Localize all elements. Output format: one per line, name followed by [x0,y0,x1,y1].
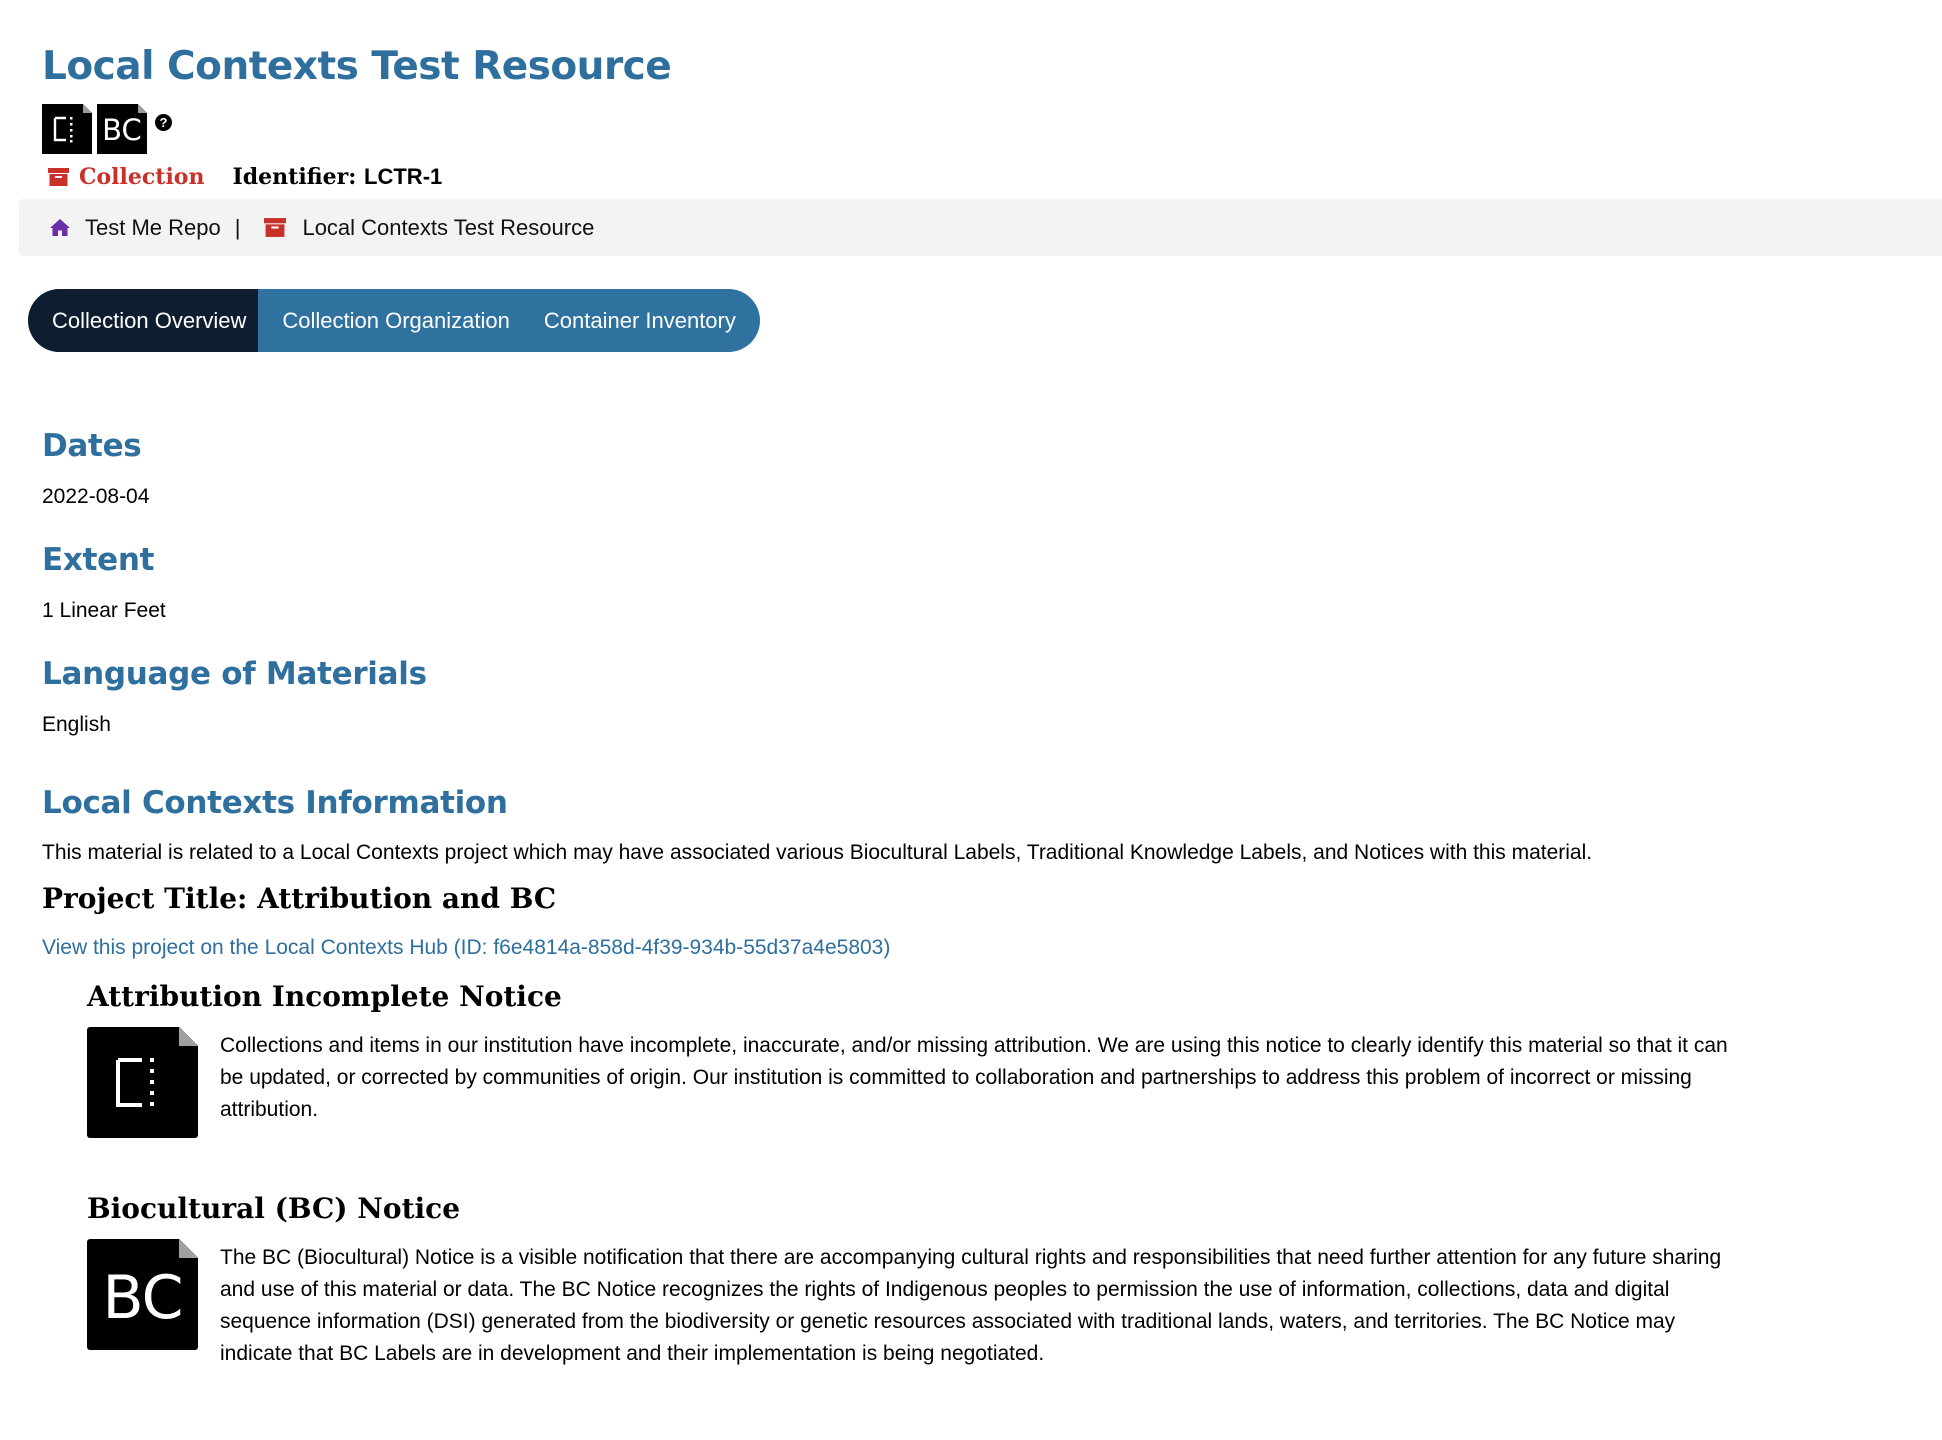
home-icon [50,219,70,236]
page-title: Local Contexts Test Resource [42,44,672,89]
notice-badges: BC ? [42,104,172,154]
attribution-incomplete-notice: Attribution Incomplete Notice Collection… [87,980,1787,1138]
project-title: Project Title: Attribution and BC [42,882,557,915]
notice-body: BC The BC (Biocultural) Notice is a visi… [87,1239,1787,1370]
tab-container-inventory[interactable]: Container Inventory [526,289,760,352]
notice-title: Attribution Incomplete Notice [87,980,562,1013]
attribution-incomplete-icon [87,1027,198,1138]
breadcrumb-repo-label: Test Me Repo [85,214,221,240]
project-hub-link[interactable]: View this project on the Local Contexts … [42,936,890,960]
breadcrumb-separator: | [234,214,241,240]
identifier-value: LCTR-1 [364,164,443,189]
breadcrumb-repo[interactable]: Test Me Repo [49,215,221,241]
question-icon[interactable]: ? [155,114,172,131]
archive-box-icon [48,168,69,186]
bc-icon-text: BC [102,1263,183,1333]
resource-tabs: Collection Overview Collection Organizat… [28,289,760,352]
notice-text: The BC (Biocultural) Notice is a visible… [220,1246,1722,1365]
language-heading: Language of Materials [42,656,427,692]
biocultural-notice: Biocultural (BC) Notice BC The BC (Biocu… [87,1192,1787,1370]
breadcrumb-resource-label: Local Contexts Test Resource [302,214,595,240]
resource-meta: Collection Identifier: LCTR-1 [48,164,442,190]
biocultural-notice-icon: BC [87,1239,198,1350]
local-contexts-intro: This material is related to a Local Cont… [42,841,1593,864]
tab-collection-organization[interactable]: Collection Organization [258,289,525,352]
page-fold [179,1239,198,1258]
page-fold [138,104,147,113]
archive-box-icon [264,218,287,237]
language-value: English [42,713,111,736]
notice-body: Collections and items in our institution… [87,1027,1787,1138]
breadcrumb-resource[interactable]: Local Contexts Test Resource [264,215,594,241]
notice-title: Biocultural (BC) Notice [87,1192,461,1225]
resource-type-label: Collection [79,164,205,190]
page: Local Contexts Test Resource BC ? Collec… [0,0,1942,1440]
dates-value: 2022-08-04 [42,485,150,508]
breadcrumb: Test Me Repo | Local Contexts Test Resou… [19,199,1942,256]
extent-heading: Extent [42,542,155,578]
identifier: Identifier: LCTR-1 [232,164,442,190]
notice-text: Collections and items in our institution… [220,1034,1728,1121]
attribution-incomplete-icon[interactable] [42,104,92,154]
local-contexts-heading: Local Contexts Information [42,785,508,821]
biocultural-notice-icon[interactable]: BC [97,104,147,154]
bc-icon-text: BC [102,113,142,147]
dates-heading: Dates [42,428,142,464]
tab-collection-overview[interactable]: Collection Overview [28,289,259,352]
identifier-label: Identifier: [232,164,357,190]
extent-value: 1 Linear Feet [42,599,166,622]
resource-type: Collection [48,164,204,190]
